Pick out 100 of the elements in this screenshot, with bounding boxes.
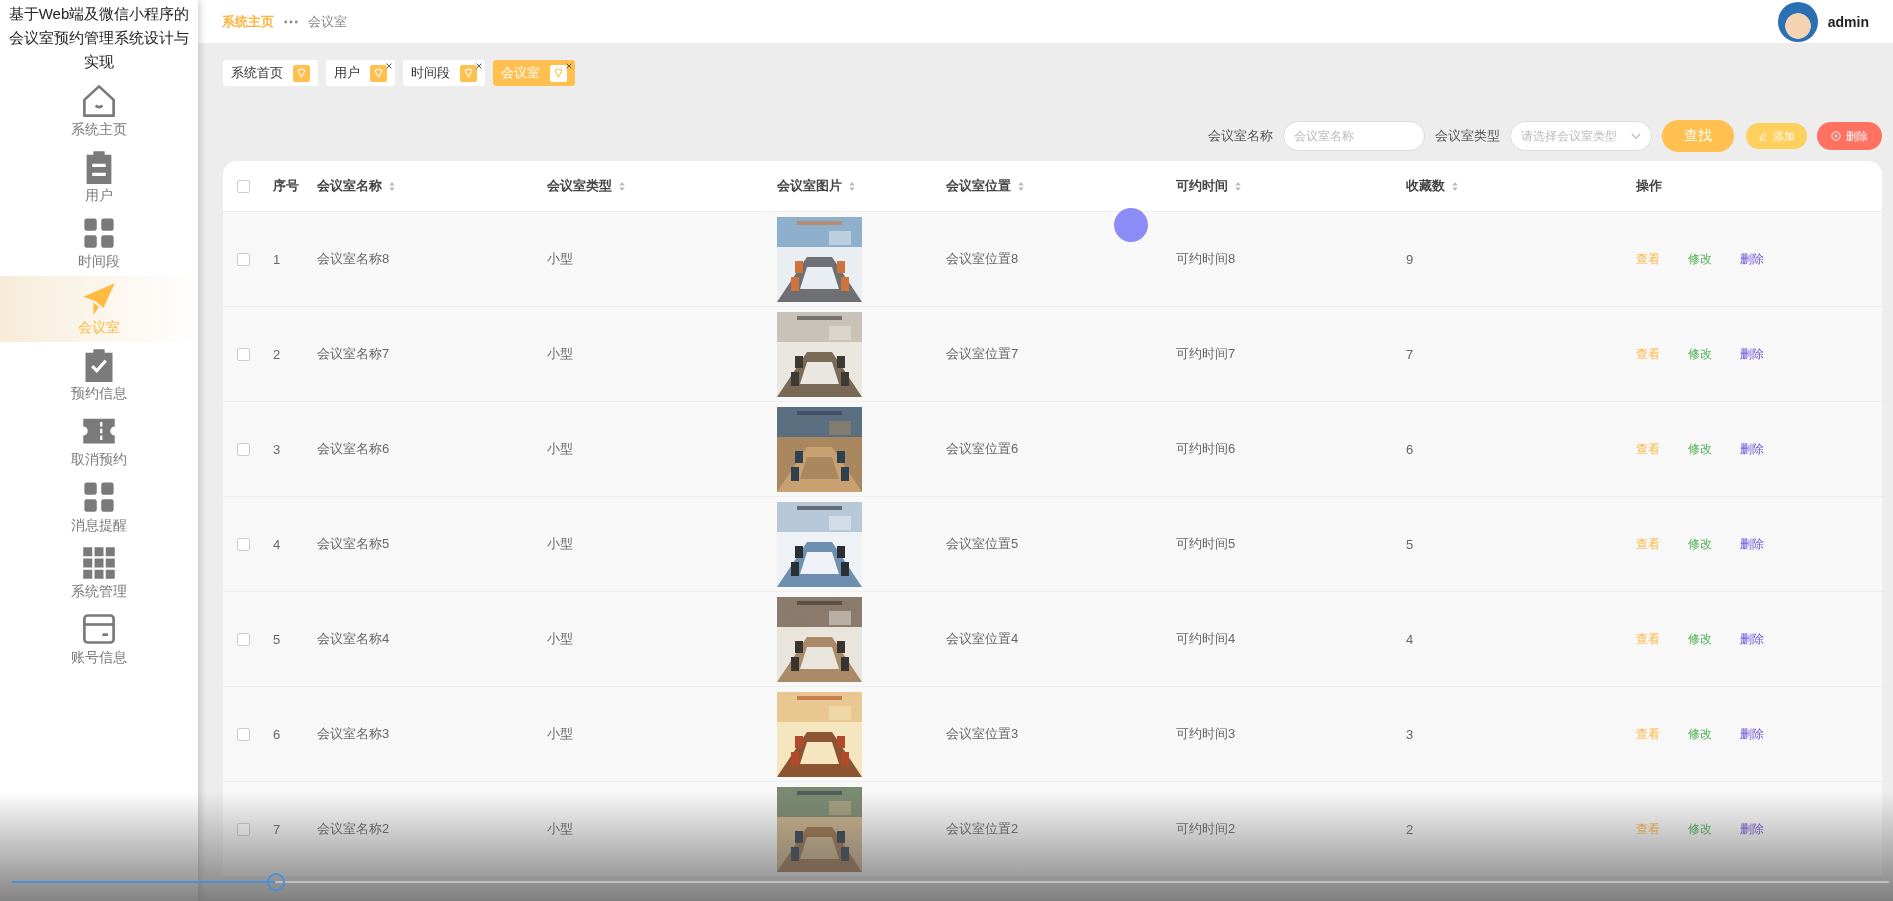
nav-item[interactable]: 系统主页 [0,78,198,144]
table-cell: 2 [273,346,281,362]
nav-item[interactable]: 取消预约 [0,408,198,474]
table-cell: 可约时间2 [1176,820,1236,838]
edit-link[interactable]: 修改 [1688,630,1712,648]
table-cell: 可约时间3 [1176,725,1236,743]
edit-link[interactable]: 修改 [1688,440,1712,458]
table-cell: 可约时间5 [1176,535,1236,553]
grid-icon [81,479,117,515]
close-icon[interactable] [565,62,573,70]
sort-icon[interactable] [618,180,626,192]
nav-item[interactable]: 账号信息 [0,606,198,672]
select-all-checkbox[interactable] [236,179,250,193]
table-cell: 可约时间8 [1176,250,1236,268]
sort-icon[interactable] [1451,180,1459,192]
table-cell: 1 [273,251,281,267]
delete-link[interactable]: 删除 [1740,820,1764,838]
view-link[interactable]: 查看 [1636,630,1660,648]
row-checkbox[interactable] [236,442,250,456]
type-select[interactable]: 请选择会议室类型 [1510,121,1652,151]
column-header: 序号 [273,177,299,195]
delete-link[interactable]: 删除 [1740,250,1764,268]
table-cell: 可约时间4 [1176,630,1236,648]
delete-link[interactable]: 删除 [1740,345,1764,363]
find-button[interactable]: 查找 [1662,120,1734,152]
edit-link[interactable]: 修改 [1688,820,1712,838]
delete-link[interactable]: 删除 [1740,535,1764,553]
table-cell: 会议室位置6 [946,440,1019,458]
row-checkbox[interactable] [236,537,250,551]
edit-link[interactable]: 修改 [1688,250,1712,268]
view-link[interactable]: 查看 [1636,250,1660,268]
table-cell: 会议室名称5 [317,535,390,553]
nav-item[interactable]: 时间段 [0,210,198,276]
table-cell: 小型 [547,630,573,648]
table-cell: 会议室位置3 [946,725,1019,743]
app-title: 基于Web端及微信小程序的会议室预约管理系统设计与实现 [7,4,191,72]
table-cell: 9 [1406,251,1414,267]
view-link[interactable]: 查看 [1636,440,1660,458]
view-link[interactable]: 查看 [1636,345,1660,363]
table-cell: 会议室位置4 [946,630,1019,648]
table-cell: 会议室名称3 [317,725,390,743]
table-cell: 可约时间7 [1176,345,1236,363]
view-link[interactable]: 查看 [1636,535,1660,553]
row-checkbox[interactable] [236,252,250,266]
add-button[interactable]: 添加 [1746,123,1807,149]
table-cell: 小型 [547,820,573,838]
sort-icon[interactable] [1234,180,1242,192]
close-icon[interactable] [385,62,393,70]
nav-item[interactable]: 预约信息 [0,342,198,408]
breadcrumb-home-link[interactable]: 系统主页 [222,12,274,31]
table-cell: 4 [1406,631,1414,647]
edit-link[interactable]: 修改 [1688,345,1712,363]
table-cell: 3 [1406,726,1414,742]
table-cell: 会议室位置5 [946,535,1019,553]
progress-slider[interactable] [12,873,1889,891]
row-checkbox[interactable] [236,727,250,741]
grid-icon [81,215,117,251]
nav-item[interactable]: 消息提醒 [0,474,198,540]
table-cell: 3 [273,441,281,457]
tab[interactable]: 会议室 [493,60,575,86]
row-checkbox[interactable] [236,632,250,646]
sort-icon[interactable] [848,180,856,192]
user-name[interactable]: admin [1827,13,1869,30]
view-link[interactable]: 查看 [1636,820,1660,838]
field-label: 会议室类型 [1435,127,1500,145]
tab[interactable]: 用户 [326,60,395,86]
table-cell: 5 [1406,536,1414,552]
card-icon [81,611,117,647]
sort-icon[interactable] [1017,180,1025,192]
row-checkbox[interactable] [236,822,250,836]
avatar[interactable] [1777,1,1818,42]
nav-item[interactable]: 会议室 [0,276,198,342]
tab[interactable]: 时间段 [403,60,485,86]
paper-plane-icon [81,281,117,317]
column-header: 会议室位置 [946,177,1011,195]
breadcrumb-current: 会议室 [308,12,347,31]
delete-link[interactable]: 删除 [1740,440,1764,458]
name-search-field[interactable]: 会议室名称 [1283,121,1425,151]
edit-link[interactable]: 修改 [1688,535,1712,553]
table-cell: 会议室位置8 [946,250,1019,268]
delete-button[interactable]: 删除 [1817,122,1882,150]
column-header: 收藏数 [1406,177,1445,195]
nav-item[interactable]: 系统管理 [0,540,198,606]
table-cell: 小型 [547,345,573,363]
house-icon [81,83,117,119]
table-cell: 小型 [547,725,573,743]
nav-item[interactable]: 用户 [0,144,198,210]
table-cell: 会议室位置2 [946,820,1019,838]
progress-thumb[interactable] [266,873,285,891]
sort-icon[interactable] [388,180,396,192]
delete-link[interactable]: 删除 [1740,725,1764,743]
chevron-down-icon [1631,132,1641,140]
edit-link[interactable]: 修改 [1688,725,1712,743]
close-icon[interactable] [475,62,483,70]
view-link[interactable]: 查看 [1636,725,1660,743]
delete-link[interactable]: 删除 [1740,630,1764,648]
row-checkbox[interactable] [236,347,250,361]
column-header: 可约时间 [1176,177,1228,195]
tab[interactable]: 系统首页 [223,60,318,86]
table-cell: 会议室名称8 [317,250,390,268]
